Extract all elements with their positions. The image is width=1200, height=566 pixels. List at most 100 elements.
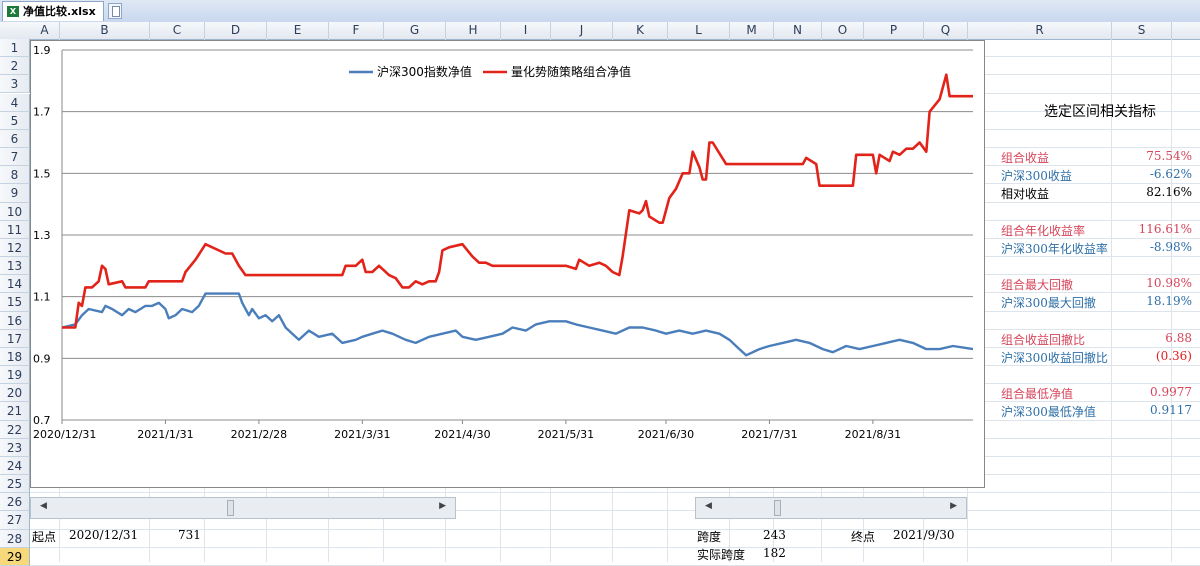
y-tick-label: 1.1	[33, 291, 51, 304]
column-header-n[interactable]: N	[774, 22, 822, 39]
row-header-7[interactable]: 7	[0, 148, 30, 167]
column-header-l[interactable]: L	[668, 22, 730, 39]
row-header-12[interactable]: 12	[0, 238, 30, 258]
x-tick-label: 2021/3/31	[334, 428, 390, 441]
metric-value[interactable]: 18.19%	[1146, 294, 1192, 308]
column-header-e[interactable]: E	[267, 22, 329, 39]
row-header-26[interactable]: 26	[0, 493, 30, 512]
row-header-20[interactable]: 20	[0, 384, 30, 403]
row-header-23[interactable]: 23	[0, 438, 30, 457]
column-header-i[interactable]: I	[501, 22, 551, 39]
column-header-b[interactable]: B	[60, 22, 150, 39]
column-header-c[interactable]: C	[150, 22, 205, 39]
x-tick-label: 2021/1/31	[137, 428, 193, 441]
span-label: 跨度	[697, 530, 722, 544]
y-tick-label: 1.3	[33, 229, 51, 242]
scroll-right-icon[interactable]: ▶	[950, 501, 957, 511]
metric-label: 组合收益	[1001, 151, 1050, 166]
row-header-14[interactable]: 14	[0, 275, 30, 294]
scroll-right-icon[interactable]: ▶	[439, 501, 446, 511]
row-header-1[interactable]: 1	[0, 39, 30, 58]
new-sheet-icon[interactable]	[108, 3, 122, 19]
metric-value[interactable]: (0.36)	[1156, 349, 1192, 363]
scroll-left-icon[interactable]: ◀	[705, 501, 712, 511]
row-header-9[interactable]: 9	[0, 184, 30, 203]
column-header-h[interactable]: H	[446, 22, 501, 39]
x-tick-label: 2020/12/31	[33, 428, 96, 441]
row-header-8[interactable]: 8	[0, 166, 30, 185]
column-header-g[interactable]: G	[384, 22, 446, 39]
scroll-thumb[interactable]	[227, 500, 234, 516]
metric-label: 组合最低净值	[1001, 387, 1074, 402]
y-tick-label: 0.7	[33, 414, 51, 427]
start-date[interactable]: 2020/12/31	[69, 528, 138, 542]
chart-area[interactable]: 1.9 1.7 1.5 1.3 1.1 0.9 0.7 2020/12/31 2021/1/31…	[30, 40, 985, 488]
metric-value[interactable]: 10.98%	[1146, 276, 1192, 290]
row-header-28[interactable]: 28	[0, 529, 30, 548]
start-scrollbar[interactable]: ◀ ▶	[30, 497, 456, 519]
row-header-21[interactable]: 21	[0, 402, 30, 421]
column-header-j[interactable]: J	[551, 22, 613, 39]
start-index[interactable]: 731	[178, 528, 201, 542]
span-value[interactable]: 243	[763, 528, 786, 542]
column-header-q[interactable]: Q	[924, 22, 968, 39]
series-line-strategy	[62, 73, 973, 329]
row-header-15[interactable]: 15	[0, 293, 30, 312]
actual-span-label: 实际跨度	[697, 548, 746, 562]
legend-label: 沪深300指数净值	[377, 64, 472, 79]
scroll-left-icon[interactable]: ◀	[40, 501, 47, 511]
row-header-27[interactable]: 27	[0, 511, 30, 530]
x-tick-label: 2021/6/30	[638, 428, 694, 441]
metric-value[interactable]: -8.98%	[1150, 240, 1192, 254]
row-header-13[interactable]: 13	[0, 257, 30, 276]
row-header-29[interactable]: 29	[0, 547, 30, 566]
scroll-thumb[interactable]	[774, 500, 781, 516]
row-header-18[interactable]: 18	[0, 347, 30, 367]
column-header-f[interactable]: F	[329, 22, 384, 39]
row-header-17[interactable]: 17	[0, 329, 30, 348]
row-header-3[interactable]: 3	[0, 75, 30, 94]
column-header-m[interactable]: M	[730, 22, 774, 39]
row-header-25[interactable]: 25	[0, 475, 30, 494]
row-header-2[interactable]: 2	[0, 57, 30, 76]
row-header-24[interactable]: 24	[0, 456, 30, 476]
row-header-4[interactable]: 4	[0, 93, 30, 112]
column-header-r[interactable]: R	[968, 22, 1112, 39]
metric-label: 相对收益	[1001, 187, 1050, 202]
metric-value[interactable]: 82.16%	[1146, 185, 1192, 199]
column-header-a[interactable]: A	[30, 22, 60, 39]
column-header-k[interactable]: K	[613, 22, 668, 39]
span-scrollbar[interactable]: ◀ ▶	[695, 497, 967, 519]
row-header-10[interactable]: 10	[0, 202, 30, 221]
row-header-16[interactable]: 16	[0, 311, 30, 330]
file-tab[interactable]: X 净值比较.xlsx *	[2, 1, 104, 37]
metric-label: 沪深300最大回撤	[1001, 296, 1096, 311]
row-header-19[interactable]: 19	[0, 366, 30, 385]
y-tick-label: 0.9	[33, 352, 51, 365]
row-header-22[interactable]: 22	[0, 420, 30, 439]
row-header-5[interactable]: 5	[0, 111, 30, 130]
column-header-s[interactable]: S	[1112, 22, 1172, 39]
grid-line-horizontal	[30, 546, 1200, 548]
end-date[interactable]: 2021/9/30	[893, 528, 955, 542]
column-header-p[interactable]: P	[864, 22, 924, 39]
column-header-d[interactable]: D	[205, 22, 267, 39]
grid-line-horizontal	[30, 528, 1200, 530]
metric-value[interactable]: 116.61%	[1139, 222, 1192, 236]
row-header-6[interactable]: 6	[0, 129, 30, 148]
grid-line-horizontal	[30, 492, 1200, 494]
metric-value[interactable]: 6.88	[1165, 331, 1192, 345]
metric-label: 沪深300年化收益率	[1001, 241, 1108, 256]
metric-value[interactable]: 0.9117	[1150, 403, 1192, 417]
series-line-hs300	[61, 292, 974, 357]
row-header-11[interactable]: 11	[0, 220, 30, 239]
metric-label: 组合最大回撤	[1001, 278, 1074, 293]
column-header-o[interactable]: O	[822, 22, 864, 39]
actual-span-value[interactable]: 182	[763, 546, 786, 560]
metric-label: 沪深300最低净值	[1001, 405, 1096, 420]
metric-value[interactable]: 0.9977	[1150, 385, 1192, 399]
y-tick-label: 1.9	[33, 44, 51, 57]
metric-value[interactable]: 75.54%	[1146, 149, 1192, 163]
x-tick-label: 2021/2/28	[231, 428, 287, 441]
metric-value[interactable]: -6.62%	[1150, 167, 1192, 181]
